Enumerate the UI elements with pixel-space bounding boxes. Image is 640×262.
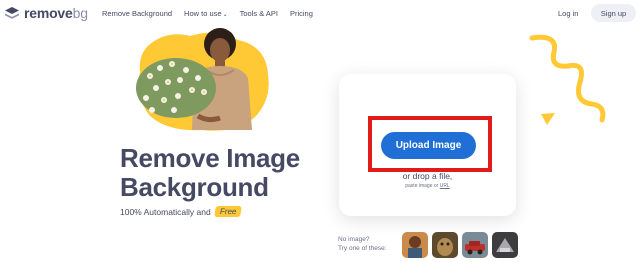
nav-tools-api[interactable]: Tools & API xyxy=(240,9,278,18)
nav-remove-background[interactable]: Remove Background xyxy=(102,9,172,18)
upload-image-button[interactable]: Upload Image xyxy=(381,132,476,159)
squiggle-decoration xyxy=(529,34,606,123)
subtitle-text: 100% Automatically and xyxy=(120,206,211,217)
triangle-decoration xyxy=(541,113,555,125)
sample-product-image xyxy=(492,232,518,258)
sample-animal-thumb[interactable] xyxy=(432,232,458,258)
sample-person-image xyxy=(402,232,428,258)
drop-file-text: or drop a file, xyxy=(402,171,453,181)
nav-how-to-use[interactable]: How to use⌄ xyxy=(184,9,228,18)
free-badge: Free xyxy=(213,206,242,217)
top-nav: removebg Remove Background How to use⌄ T… xyxy=(0,0,640,28)
samples-label: No image? Try one of these: xyxy=(338,236,387,252)
title-line-1: Remove Image xyxy=(120,143,300,173)
hero-image xyxy=(136,28,269,131)
logo-icon xyxy=(5,7,19,19)
page-title: Remove Image Background xyxy=(120,144,300,202)
sample-car-thumb[interactable] xyxy=(462,232,488,258)
logo[interactable]: removebg xyxy=(4,5,88,21)
chevron-down-icon: ⌄ xyxy=(222,12,228,18)
sample-person-thumb[interactable] xyxy=(402,232,428,258)
sample-animal-image xyxy=(432,232,458,258)
nav-pricing[interactable]: Pricing xyxy=(290,9,313,18)
nav-links: Remove Background How to use⌄ Tools & AP… xyxy=(102,9,313,18)
signup-button[interactable]: Sign up xyxy=(591,4,636,22)
paste-url-text: paste image or URL xyxy=(405,183,450,189)
logo-text: removebg xyxy=(24,5,88,21)
login-link[interactable]: Log in xyxy=(558,9,578,18)
title-line-2: Background xyxy=(120,172,269,202)
sample-car-image xyxy=(462,232,488,258)
hero-subtitle: 100% Automatically and Free xyxy=(120,206,242,217)
sample-product-thumb[interactable] xyxy=(492,232,518,258)
paste-url-link[interactable]: URL xyxy=(440,183,450,189)
